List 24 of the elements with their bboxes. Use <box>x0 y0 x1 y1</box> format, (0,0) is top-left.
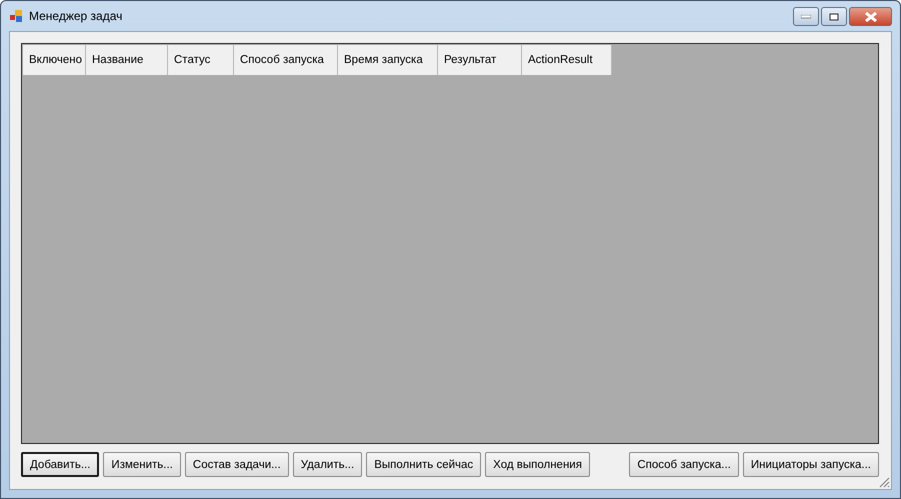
column-header[interactable]: ActionResult <box>522 45 612 75</box>
window-title: Менеджер задач <box>29 9 122 23</box>
action-button[interactable]: Способ запуска... <box>629 452 739 477</box>
column-header[interactable]: Статус <box>168 45 234 75</box>
close-button[interactable] <box>849 7 892 26</box>
minimize-button[interactable] <box>793 7 819 26</box>
column-header[interactable]: Результат <box>438 45 522 75</box>
column-header[interactable]: Время запуска <box>338 45 438 75</box>
app-icon <box>9 9 23 23</box>
action-button[interactable]: Инициаторы запуска... <box>742 452 879 477</box>
action-button[interactable]: Выполнить сейчас <box>366 452 482 477</box>
action-button[interactable]: Ход выполнения <box>485 452 590 477</box>
action-button[interactable]: Удалить... <box>292 452 362 477</box>
column-header[interactable]: Название <box>86 45 168 75</box>
column-header[interactable]: Способ запуска <box>234 45 338 75</box>
action-button[interactable]: Состав задачи... <box>184 452 289 477</box>
maximize-icon <box>829 12 839 20</box>
maximize-button[interactable] <box>821 7 847 26</box>
close-icon <box>864 12 876 22</box>
action-button[interactable]: Добавить... <box>21 452 100 477</box>
column-header[interactable]: Включено <box>23 45 86 75</box>
action-button[interactable]: Изменить... <box>103 452 181 477</box>
minimize-icon <box>801 14 811 18</box>
resize-grip-icon[interactable] <box>879 477 890 488</box>
